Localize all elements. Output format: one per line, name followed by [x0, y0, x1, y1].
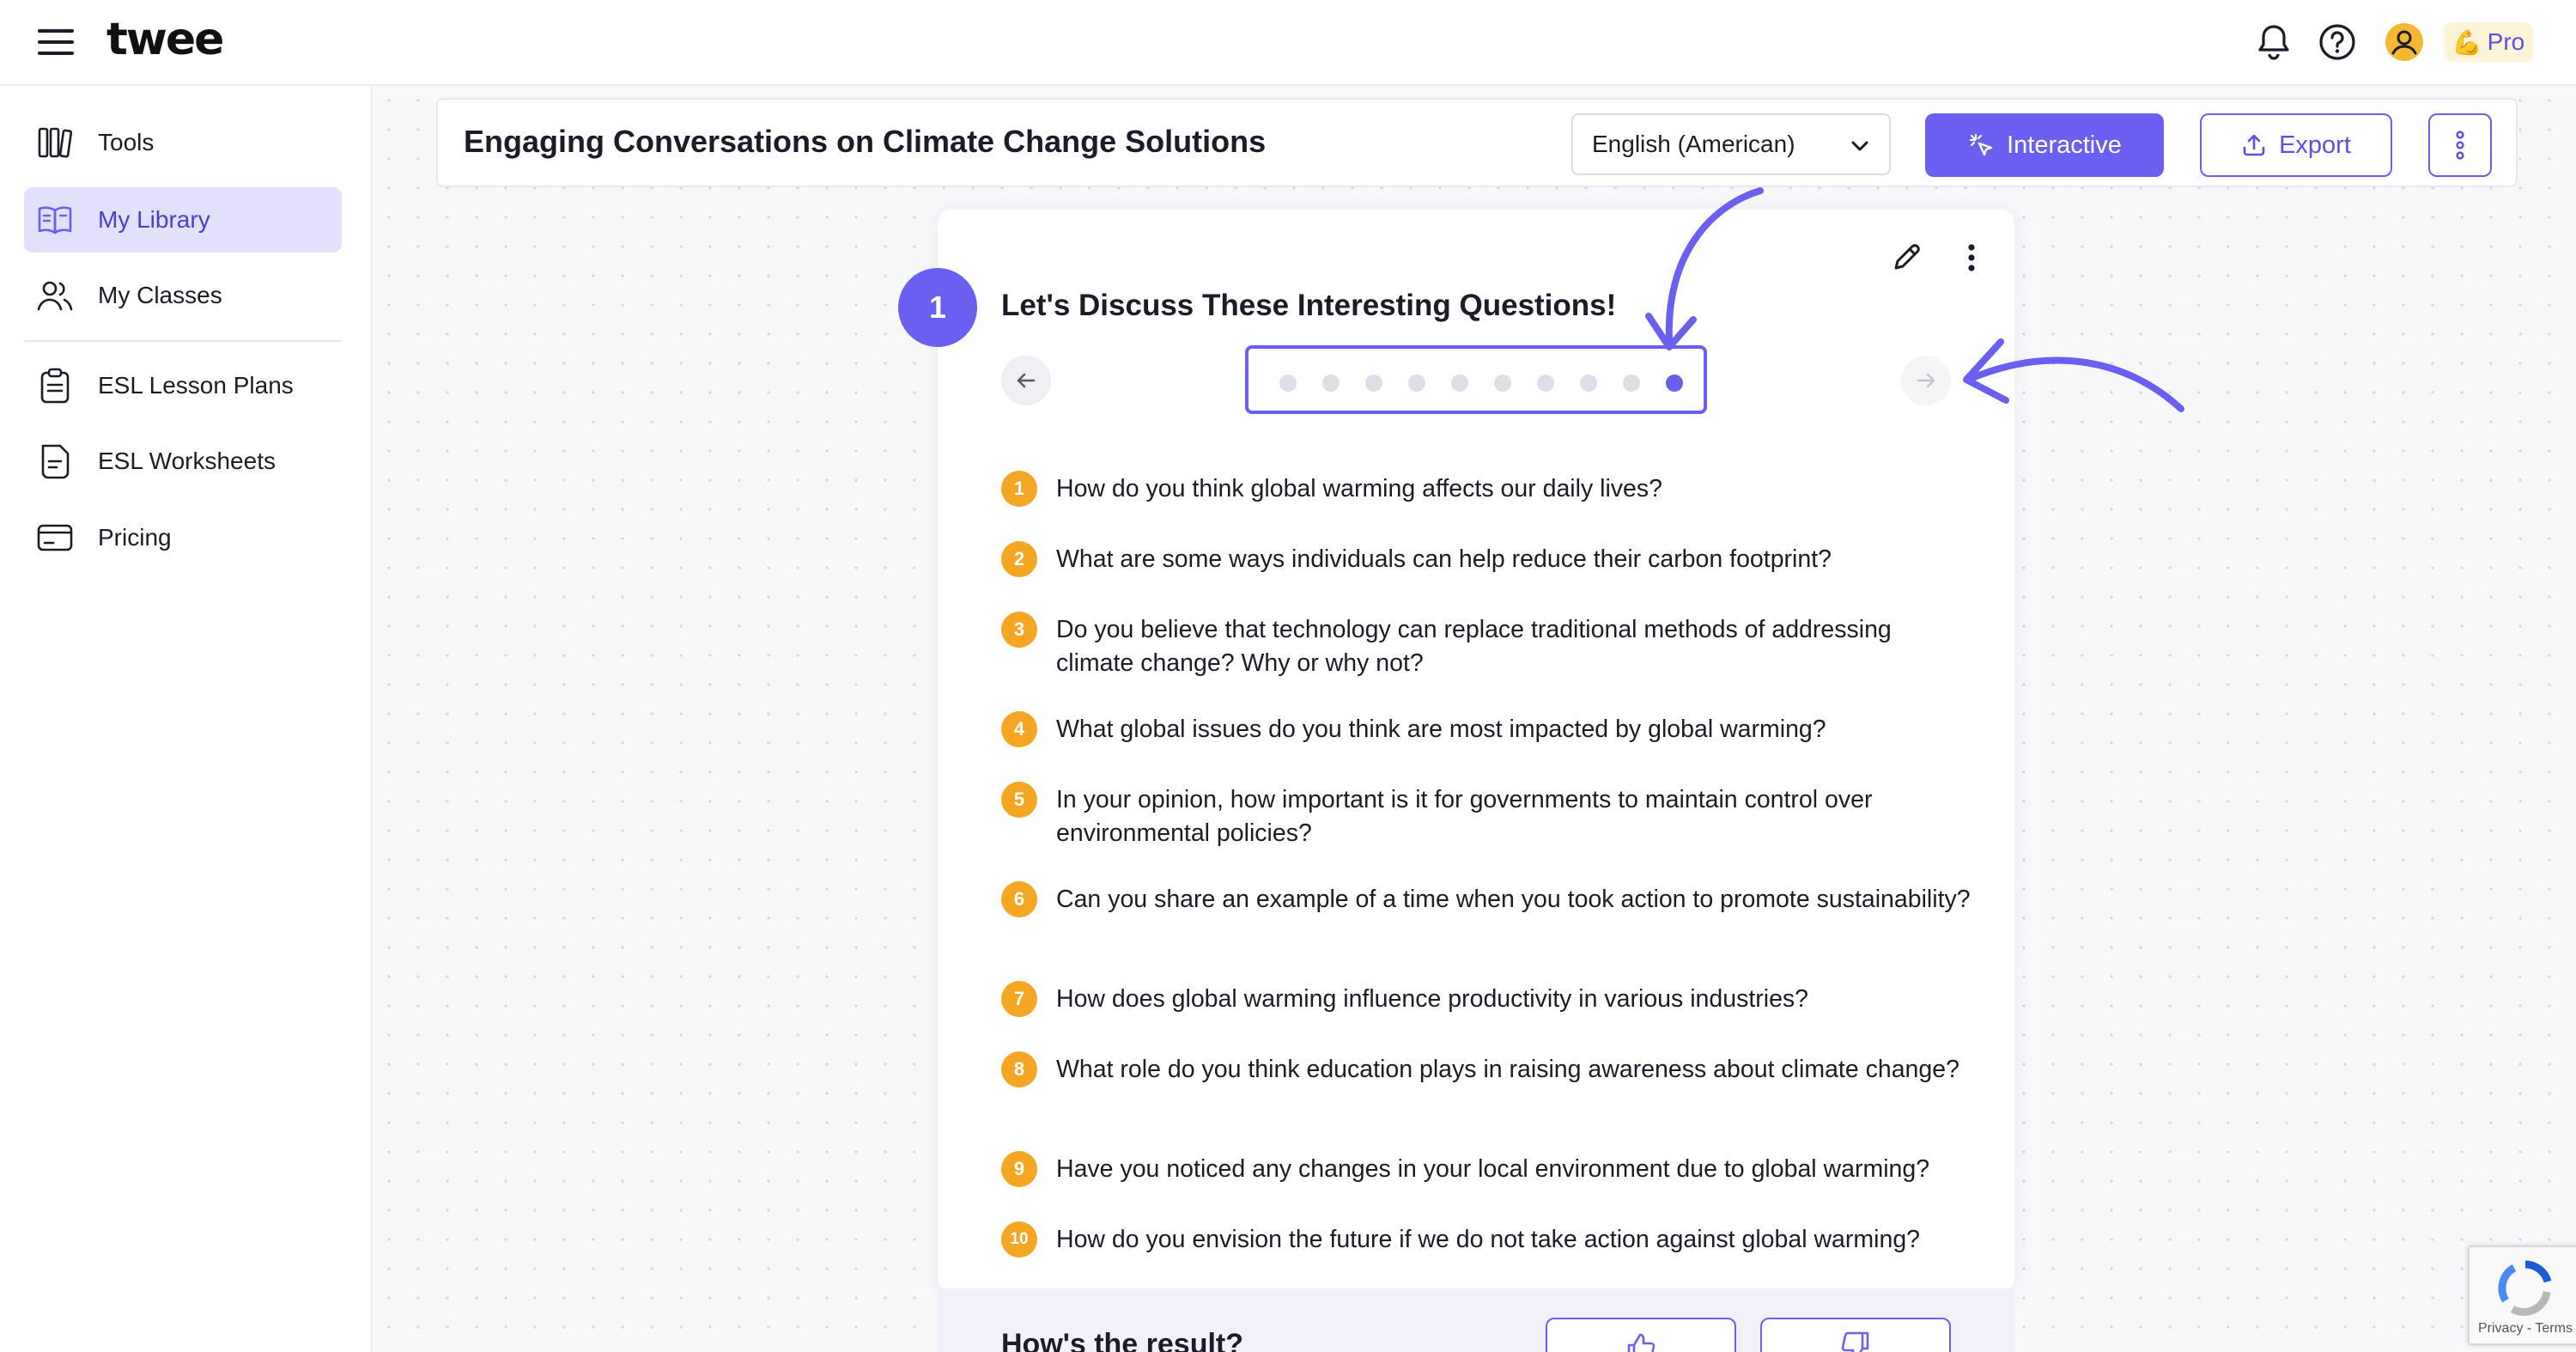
document-header: Engaging Conversations on Climate Change… [436, 98, 2518, 187]
question-text: What are some ways individuals can help … [1056, 545, 1832, 573]
question-text: Have you noticed any changes in your loc… [1056, 1155, 1930, 1183]
feedback-prompt: How's the result? [1001, 1328, 1244, 1352]
pro-label: Pro [2487, 28, 2525, 55]
question-number-badge: 10 [1001, 1221, 1037, 1258]
sidebar-item-esl-lesson-plans[interactable]: ESL Lesson Plans [24, 353, 342, 418]
page-dot[interactable] [1623, 375, 1640, 392]
card-kebab-icon[interactable] [1956, 241, 1987, 275]
question-text: How do you envision the future if we do … [1056, 1226, 1921, 1253]
question-number-badge: 5 [1001, 782, 1037, 818]
thumbs-down-button[interactable] [1760, 1318, 1951, 1352]
next-button[interactable] [1901, 356, 1951, 405]
help-icon[interactable] [2317, 21, 2358, 63]
thumbs-up-button[interactable] [1546, 1318, 1736, 1352]
top-bar: twee 💪 Pro [0, 0, 2576, 86]
language-value: English (American) [1592, 131, 1795, 157]
question-number-badge: 6 [1001, 881, 1037, 917]
question-text: Do you believe that technology can repla… [1056, 616, 1892, 677]
interactive-button[interactable]: Interactive [1925, 113, 2164, 177]
question-number-badge: 7 [1001, 981, 1037, 1017]
sidebar-item-esl-worksheets[interactable]: ESL Worksheets [24, 429, 342, 494]
page-dots [1245, 345, 1707, 414]
muscle-emoji: 💪 [2451, 28, 2482, 56]
sidebar-item-my-classes[interactable]: My Classes [24, 263, 342, 328]
sidebar-item-label: ESL Worksheets [98, 448, 276, 474]
menu-icon[interactable] [38, 29, 74, 55]
sidebar-item-label: My Library [98, 206, 210, 233]
recaptcha-links[interactable]: Privacy - Terms [2478, 1321, 2573, 1337]
thumbs-up-icon [1627, 1333, 1656, 1352]
interactive-label: Interactive [2007, 131, 2122, 159]
sidebar-item-label: Tools [98, 129, 155, 155]
question-number-badge: 3 [1001, 612, 1037, 648]
sidebar-divider [24, 340, 342, 342]
more-options-button[interactable] [2428, 113, 2492, 177]
question-number-badge: 4 [1001, 711, 1037, 747]
sidebar: Tools My Library My Classes ESL Lesson P… [0, 86, 373, 1352]
thumbs-down-icon [1841, 1331, 1869, 1352]
question-number-badge: 2 [1001, 541, 1037, 577]
page-dot[interactable] [1322, 375, 1340, 392]
recaptcha-logo-icon [2498, 1260, 2552, 1316]
recaptcha-badge[interactable]: Privacy - Terms [2468, 1245, 2576, 1345]
users-icon [37, 281, 73, 311]
sidebar-item-label: My Classes [98, 282, 222, 308]
clipboard-icon [40, 368, 70, 404]
page-dot[interactable] [1537, 375, 1554, 392]
step-number: 1 [898, 268, 977, 347]
bell-icon[interactable] [2253, 21, 2294, 63]
question-text: How does global warming influence produc… [1056, 985, 1809, 1013]
question-text: How do you think global warming affects … [1056, 475, 1663, 502]
book-icon [38, 206, 72, 234]
tools-icon [38, 127, 73, 158]
kebab-icon [2456, 131, 2464, 160]
arrow-right-icon [1917, 373, 1935, 388]
pencil-icon[interactable] [1889, 241, 1923, 275]
document-title[interactable]: Engaging Conversations on Climate Change… [464, 124, 1266, 160]
question-text: In your opinion, how important is it for… [1056, 786, 1873, 847]
question-text: What role do you think education plays i… [1056, 1056, 1959, 1083]
sparkle-cursor-icon [1969, 133, 1993, 156]
app-logo[interactable]: twee [106, 14, 224, 65]
question-number-badge: 8 [1001, 1051, 1037, 1087]
sidebar-item-label: ESL Lesson Plans [98, 372, 294, 399]
question-text: What global issues do you think are most… [1056, 716, 1826, 743]
sidebar-item-tools[interactable]: Tools [24, 110, 342, 175]
question-text: Can you share an example of a time when … [1056, 886, 1971, 913]
question-number-badge: 1 [1001, 471, 1037, 507]
page-dot[interactable] [1451, 375, 1468, 392]
question-number-badge: 9 [1001, 1151, 1037, 1187]
export-button[interactable]: Export [2200, 113, 2392, 177]
page-dot[interactable] [1365, 375, 1382, 392]
card-title: Let's Discuss These Interesting Question… [1001, 289, 1617, 322]
page-dot[interactable] [1666, 375, 1683, 392]
upload-icon [2243, 134, 2265, 156]
sidebar-item-pricing[interactable]: Pricing [24, 505, 342, 570]
page-dot[interactable] [1580, 375, 1597, 392]
worksheet-icon [41, 444, 70, 479]
export-label: Export [2279, 131, 2351, 159]
previous-button[interactable] [1001, 356, 1051, 405]
credit-card-icon [37, 524, 73, 551]
sidebar-item-label: Pricing [98, 524, 172, 551]
language-select[interactable]: English (American) [1571, 113, 1891, 175]
sidebar-item-my-library[interactable]: My Library [24, 187, 342, 253]
chevron-down-icon [1851, 141, 1868, 151]
page-dot[interactable] [1279, 375, 1297, 392]
arrow-left-icon [1017, 373, 1036, 388]
avatar[interactable] [2384, 21, 2425, 63]
page-dot[interactable] [1494, 375, 1511, 392]
pro-badge[interactable]: 💪 Pro [2444, 22, 2533, 62]
page-dot[interactable] [1408, 375, 1425, 392]
